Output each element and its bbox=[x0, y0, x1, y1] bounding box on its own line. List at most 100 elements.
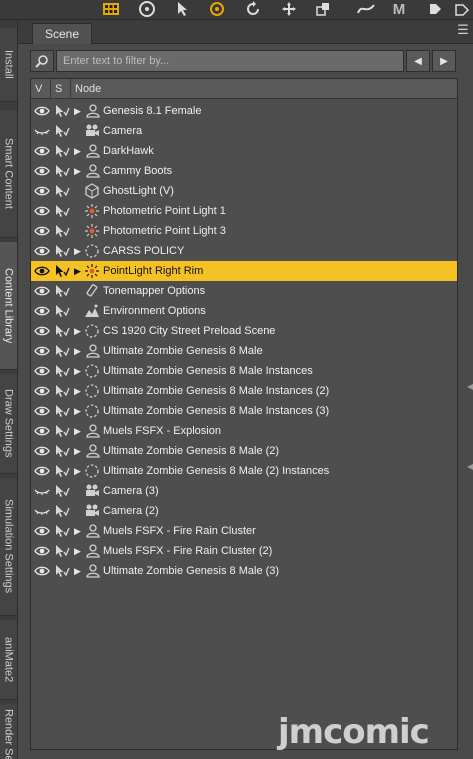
expand-arrow-icon[interactable]: ▶ bbox=[74, 245, 82, 257]
column-selectable[interactable]: S bbox=[51, 79, 71, 99]
eye-icon[interactable] bbox=[33, 403, 51, 419]
filter-input[interactable] bbox=[56, 50, 404, 72]
eye-icon[interactable] bbox=[33, 143, 51, 159]
column-visible[interactable]: V bbox=[31, 79, 51, 99]
eye-icon[interactable] bbox=[33, 383, 51, 399]
selectable-cursor-icon[interactable] bbox=[53, 543, 71, 559]
move-icon[interactable] bbox=[278, 0, 300, 18]
tree-row[interactable]: ▶ DarkHawk bbox=[31, 141, 457, 161]
tree-row[interactable]: ▶ Muels FSFX - Explosion bbox=[31, 421, 457, 441]
eye-icon[interactable] bbox=[33, 263, 51, 279]
tab-scene[interactable]: Scene bbox=[32, 23, 92, 44]
selectable-cursor-icon[interactable] bbox=[53, 483, 71, 499]
eye-icon[interactable] bbox=[33, 463, 51, 479]
expand-arrow-icon[interactable]: ▶ bbox=[74, 325, 82, 337]
universal-tool-icon[interactable] bbox=[136, 0, 158, 18]
tab-render-settings[interactable]: Render Settings bbox=[0, 704, 17, 759]
selectable-cursor-icon[interactable] bbox=[53, 403, 71, 419]
tree-row[interactable]: Photometric Point Light 1 bbox=[31, 201, 457, 221]
selectable-cursor-icon[interactable] bbox=[53, 243, 71, 259]
eye-icon[interactable] bbox=[33, 183, 51, 199]
tree-row[interactable]: Environment Options bbox=[31, 301, 457, 321]
eye-icon[interactable] bbox=[33, 243, 51, 259]
eye-icon[interactable] bbox=[33, 203, 51, 219]
selectable-cursor-icon[interactable] bbox=[53, 143, 71, 159]
expand-arrow-icon[interactable]: ▶ bbox=[74, 165, 82, 177]
eye-icon[interactable] bbox=[33, 543, 51, 559]
expand-arrow-icon[interactable]: ▶ bbox=[74, 105, 82, 117]
collapse-handle-icon[interactable]: ◀ bbox=[467, 460, 473, 474]
tree-row[interactable]: Tonemapper Options bbox=[31, 281, 457, 301]
selectable-cursor-icon[interactable] bbox=[53, 363, 71, 379]
tab-smart-content[interactable]: Smart Content bbox=[0, 110, 17, 238]
tree-row[interactable]: Photometric Point Light 3 bbox=[31, 221, 457, 241]
expand-arrow-icon[interactable]: ▶ bbox=[74, 385, 82, 397]
eye-closed-icon[interactable] bbox=[33, 503, 51, 519]
selectable-cursor-icon[interactable] bbox=[53, 203, 71, 219]
pane-menu-icon[interactable]: ☰ bbox=[456, 23, 470, 36]
selectable-cursor-icon[interactable] bbox=[53, 503, 71, 519]
expand-arrow-icon[interactable]: ▶ bbox=[74, 425, 82, 437]
tree-row[interactable]: Camera (2) bbox=[31, 501, 457, 521]
eye-icon[interactable] bbox=[33, 283, 51, 299]
eye-closed-icon[interactable] bbox=[33, 123, 51, 139]
eye-icon[interactable] bbox=[33, 363, 51, 379]
bookmark-icon[interactable] bbox=[424, 0, 446, 18]
rotate-gizmo-icon[interactable] bbox=[206, 0, 228, 18]
tag-icon[interactable] bbox=[451, 0, 473, 18]
selectable-cursor-icon[interactable] bbox=[53, 283, 71, 299]
selectable-cursor-icon[interactable] bbox=[53, 463, 71, 479]
tree-row[interactable]: ▶ CARSS POLICY bbox=[31, 241, 457, 261]
selectable-cursor-icon[interactable] bbox=[53, 303, 71, 319]
scale-icon[interactable] bbox=[312, 0, 334, 18]
selectable-cursor-icon[interactable] bbox=[53, 423, 71, 439]
tab-content-library[interactable]: Content Library bbox=[0, 242, 17, 370]
eye-icon[interactable] bbox=[33, 563, 51, 579]
expand-arrow-icon[interactable]: ▶ bbox=[74, 445, 82, 457]
selectable-cursor-icon[interactable] bbox=[53, 183, 71, 199]
tree-row[interactable]: ▶ Cammy Boots bbox=[31, 161, 457, 181]
tree-row[interactable]: ▶ Ultimate Zombie Genesis 8 Male Instance… bbox=[31, 401, 457, 421]
select-cursor-icon[interactable] bbox=[172, 0, 194, 18]
tree-row[interactable]: Camera (3) bbox=[31, 481, 457, 501]
eye-icon[interactable] bbox=[33, 523, 51, 539]
collapse-handle-icon[interactable]: ◀ bbox=[467, 380, 473, 394]
selectable-cursor-icon[interactable] bbox=[53, 383, 71, 399]
eye-icon[interactable] bbox=[33, 223, 51, 239]
eye-icon[interactable] bbox=[33, 103, 51, 119]
expand-arrow-icon[interactable]: ▶ bbox=[74, 525, 82, 537]
search-icon[interactable] bbox=[30, 50, 54, 72]
tab-animate2[interactable]: aniMate2 bbox=[0, 620, 17, 700]
tree-row[interactable]: ▶ Ultimate Zombie Genesis 8 Male (3) bbox=[31, 561, 457, 581]
node-weight-icon[interactable] bbox=[355, 0, 377, 18]
eye-closed-icon[interactable] bbox=[33, 483, 51, 499]
expand-arrow-icon[interactable]: ▶ bbox=[74, 465, 82, 477]
expand-arrow-icon[interactable]: ▶ bbox=[74, 345, 82, 357]
selectable-cursor-icon[interactable] bbox=[53, 123, 71, 139]
tree-row[interactable]: ▶ Muels FSFX - Fire Rain Cluster (2) bbox=[31, 541, 457, 561]
selectable-cursor-icon[interactable] bbox=[53, 443, 71, 459]
selectable-cursor-icon[interactable] bbox=[53, 263, 71, 279]
tab-draw-settings[interactable]: Draw Settings bbox=[0, 374, 17, 474]
grid-tool-icon[interactable] bbox=[100, 0, 122, 18]
eye-icon[interactable] bbox=[33, 163, 51, 179]
selectable-cursor-icon[interactable] bbox=[53, 523, 71, 539]
previous-match-button[interactable]: ◀ bbox=[406, 50, 430, 72]
selectable-cursor-icon[interactable] bbox=[53, 343, 71, 359]
expand-arrow-icon[interactable]: ▶ bbox=[74, 565, 82, 577]
tab-simulation-settings[interactable]: Simulation Settings bbox=[0, 478, 17, 616]
selectable-cursor-icon[interactable] bbox=[53, 323, 71, 339]
selectable-cursor-icon[interactable] bbox=[53, 563, 71, 579]
tree-row[interactable]: GhostLight (V) bbox=[31, 181, 457, 201]
selectable-cursor-icon[interactable] bbox=[53, 223, 71, 239]
expand-arrow-icon[interactable]: ▶ bbox=[74, 265, 82, 277]
eye-icon[interactable] bbox=[33, 423, 51, 439]
morph-tool-icon[interactable]: M bbox=[388, 0, 410, 18]
tree-row[interactable]: Camera bbox=[31, 121, 457, 141]
tree-row[interactable]: ▶ Ultimate Zombie Genesis 8 Male Instance… bbox=[31, 361, 457, 381]
tree-row[interactable]: ▶ CS 1920 City Street Preload Scene bbox=[31, 321, 457, 341]
tree-row[interactable]: ▶ Genesis 8.1 Female bbox=[31, 101, 457, 121]
expand-arrow-icon[interactable]: ▶ bbox=[74, 145, 82, 157]
eye-icon[interactable] bbox=[33, 303, 51, 319]
rotate-icon[interactable] bbox=[242, 0, 264, 18]
